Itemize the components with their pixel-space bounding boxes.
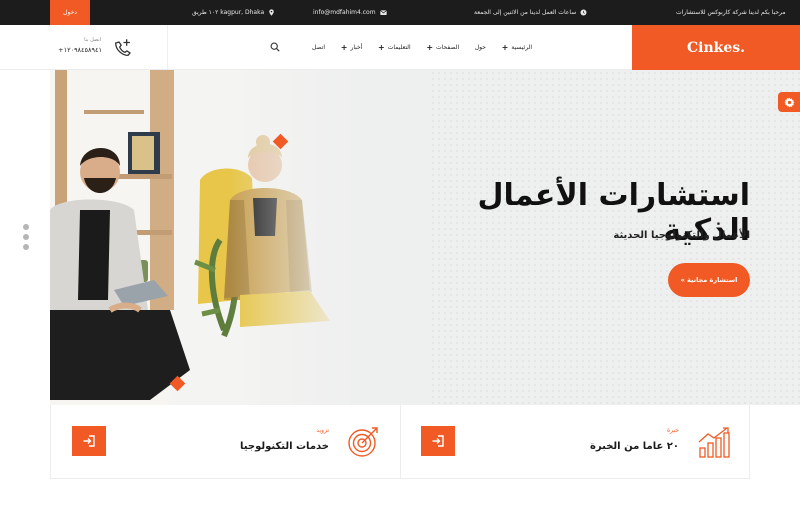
location-pin-icon	[269, 9, 274, 16]
welcome-text: مرحبا بكم لدينا شركة كاربوكس للاستشارات	[676, 9, 786, 16]
card-title: ٢٠ عاما من الخبرة	[590, 441, 679, 452]
nav-item-label[interactable]: حول	[475, 44, 486, 51]
target-icon	[348, 427, 378, 457]
login-label: دخول	[63, 9, 77, 16]
phone-number[interactable]: +١٢٠٩٨٤٥٨٩٤١	[50, 46, 102, 54]
phone-contact[interactable]: اتصل بنا +١٢٠٩٨٤٥٨٩٤١	[50, 25, 168, 70]
logo[interactable]: Cinkes.	[632, 25, 800, 70]
hero-subtitle: الأعمال والتكنولوجيا الحديثة	[613, 230, 750, 241]
clock-icon	[580, 9, 587, 16]
envelope-icon	[379, 10, 387, 15]
enter-arrow-icon	[432, 435, 444, 447]
hours-text: ساعات العمل لدينا من الاثنين إلى الجمعة	[474, 9, 577, 16]
phone-label: اتصل بنا	[84, 37, 101, 43]
login-button[interactable]: دخول	[50, 0, 90, 25]
gear-icon	[783, 97, 795, 107]
phone-plus-icon	[115, 39, 131, 56]
card-arrow-button[interactable]	[421, 426, 455, 456]
feature-card-tech-services[interactable]: تزويد خدمات التكنولوجيا	[51, 405, 401, 479]
card-title: خدمات التكنولوجيا	[240, 441, 329, 452]
logo-text: Cinkes.	[686, 39, 745, 56]
slider-dot[interactable]	[23, 224, 29, 230]
hero-slider: استشارات الأعمال الذكية الأعمال والتكنول…	[50, 70, 800, 405]
site-header: اتصل بنا +١٢٠٩٨٤٥٨٩٤١ الرئيسية + حول الصفحا…	[0, 25, 800, 70]
card-arrow-button[interactable]	[72, 426, 106, 456]
address-item: ١٠٢ طريق kagpur, Dhaka	[192, 0, 275, 25]
slider-dot[interactable]	[23, 244, 29, 250]
nav-item[interactable]: التعليمات +	[378, 43, 411, 52]
plus-icon: +	[340, 43, 348, 52]
nav-item-label[interactable]: الرئيسية	[511, 44, 532, 51]
address-text: ١٠٢ طريق kagpur, Dhaka	[192, 9, 265, 16]
nav-item[interactable]: اتصل	[312, 44, 325, 51]
card-kicker: خبرة	[667, 427, 679, 434]
plus-icon: +	[378, 43, 385, 52]
nav-item-label[interactable]: التعليمات	[388, 44, 411, 51]
nav-item[interactable]: حول	[475, 44, 486, 51]
email-item[interactable]: info@mdfahim4.com	[313, 0, 387, 25]
hours-item: ساعات العمل لدينا من الاثنين إلى الجمعة	[474, 0, 587, 25]
nav-item[interactable]: الرئيسية +	[502, 43, 532, 52]
card-kicker: تزويد	[316, 427, 329, 434]
plus-icon: +	[426, 43, 434, 52]
nav-item-label[interactable]: الصفحات	[436, 44, 459, 51]
search-icon[interactable]	[270, 42, 280, 52]
plus-icon: +	[501, 43, 509, 52]
slider-pagination	[23, 224, 29, 254]
nav-item-label[interactable]: أخبار	[350, 44, 362, 51]
slider-dot[interactable]	[23, 234, 29, 240]
enter-arrow-icon	[83, 435, 95, 447]
feature-card-experience[interactable]: خبرة ٢٠ عاما من الخبرة	[401, 405, 751, 479]
email-text[interactable]: info@mdfahim4.com	[313, 9, 376, 16]
nav-item[interactable]: الصفحات +	[426, 43, 459, 52]
photo-fade-overlay	[230, 70, 430, 405]
chart-growth-icon	[698, 427, 730, 458]
nav-item[interactable]: أخبار +	[341, 43, 363, 52]
feature-cards: تزويد خدمات التكنولوجيا خبرة ٢٠ عاما من …	[50, 405, 750, 479]
free-consultation-button[interactable]: استشارة مجانية »	[668, 263, 750, 297]
welcome-item: مرحبا بكم لدينا شركة كاربوكس للاستشارات	[676, 0, 786, 25]
main-nav: الرئيسية + حول الصفحات + التعليمات + أخبار + اتصل	[312, 25, 532, 70]
settings-tab[interactable]	[778, 92, 800, 112]
nav-item-label[interactable]: اتصل	[312, 44, 325, 51]
top-bar: دخول ١٠٢ طريق kagpur, Dhaka info@mdfahim…	[0, 0, 800, 25]
